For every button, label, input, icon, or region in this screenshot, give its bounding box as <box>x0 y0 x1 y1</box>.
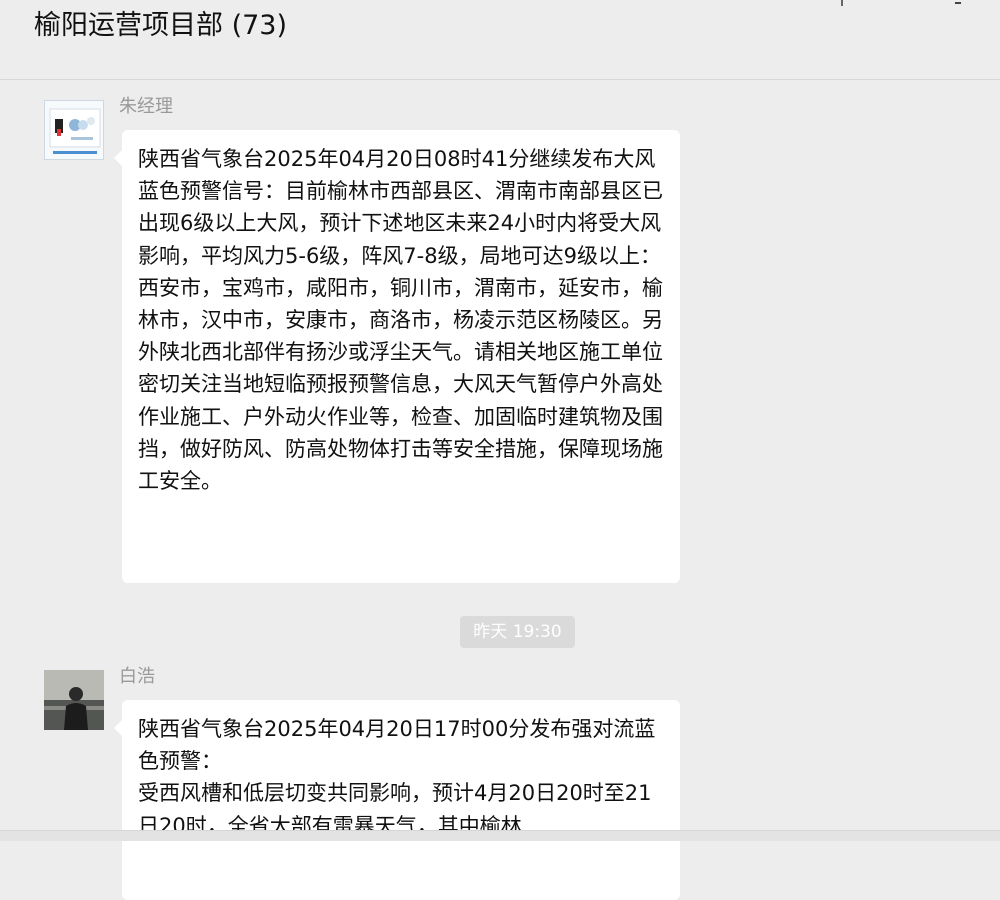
avatar[interactable] <box>44 100 104 160</box>
sender-name: 朱经理 <box>119 96 173 117</box>
input-area-edge <box>0 830 1000 841</box>
message-bubble[interactable]: 陕西省气象台2025年04月20日08时41分继续发布大风蓝色预警信号：目前榆林… <box>114 130 680 583</box>
chat-title: 榆阳运营项目部 (73) <box>34 10 288 41</box>
message-bubble[interactable]: 陕西省气象台2025年04月20日17时00分发布强对流蓝色预警： 受西风槽和低… <box>114 700 680 900</box>
sender-name: 白浩 <box>119 666 155 687</box>
chat-header: 榆阳运营项目部 (73) <box>0 0 1000 80</box>
avatar[interactable] <box>44 670 104 730</box>
weather-card-avatar-icon <box>45 101 103 159</box>
window-divider-icon <box>841 0 843 6</box>
person-photo-avatar-icon <box>44 670 104 730</box>
minimize-icon[interactable] <box>955 2 961 4</box>
time-divider: 昨天 19:30 <box>460 616 575 648</box>
